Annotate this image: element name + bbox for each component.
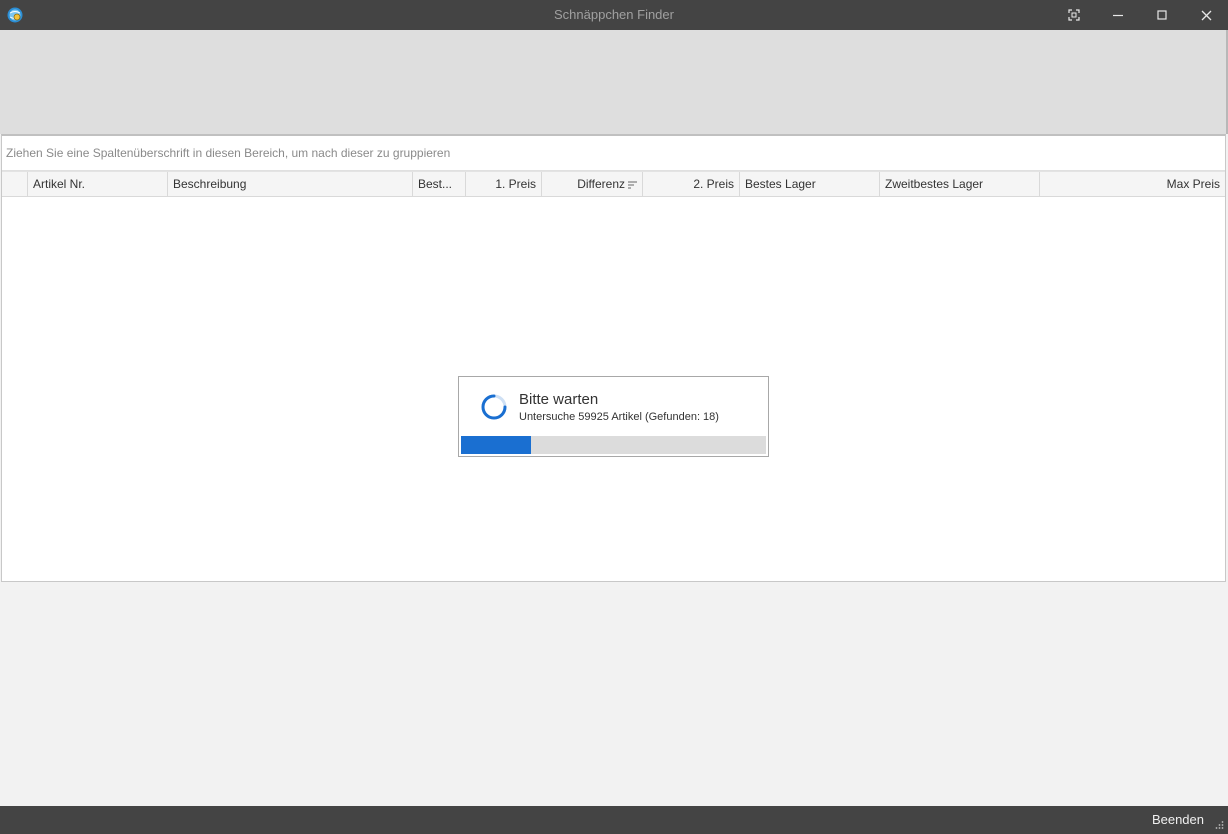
close-icon xyxy=(1201,10,1211,20)
column-header-label: Zweitbestes Lager xyxy=(885,177,984,191)
data-grid: Ziehen Sie eine Spaltenüberschrift in di… xyxy=(1,134,1226,582)
column-header-beschreibung[interactable]: Beschreibung xyxy=(168,172,413,196)
column-header-1-preis[interactable]: 1. Preis xyxy=(466,172,542,196)
column-header-bestand[interactable]: Best... xyxy=(413,172,466,196)
fullscreen-button[interactable] xyxy=(1052,0,1096,30)
loading-spinner-icon xyxy=(481,394,507,420)
fullscreen-icon xyxy=(1068,9,1080,21)
maximize-button[interactable] xyxy=(1140,0,1184,30)
column-header-label: Artikel Nr. xyxy=(33,177,86,191)
status-bar: Beenden xyxy=(0,806,1228,834)
wait-title: Bitte warten xyxy=(519,391,599,408)
column-header-2-preis[interactable]: 2. Preis xyxy=(643,172,740,196)
column-header-label: 2. Preis xyxy=(693,177,734,191)
column-header-max-preis[interactable]: Max Preis xyxy=(1040,172,1225,196)
grid-header-row: Artikel Nr. Beschreibung Best... 1. Prei… xyxy=(2,171,1225,197)
column-header-label: Bestes Lager xyxy=(745,177,816,191)
close-window-button[interactable] xyxy=(1184,0,1228,30)
column-header-label: Max Preis xyxy=(1166,177,1220,191)
wait-dialog: Bitte warten Untersuche 59925 Artikel (G… xyxy=(458,376,769,457)
toolbar-area xyxy=(0,30,1228,134)
wait-message: Untersuche 59925 Artikel (Gefunden: 18) xyxy=(519,411,719,423)
row-indicator-header xyxy=(2,172,28,196)
column-header-label: Beschreibung xyxy=(173,177,247,191)
window-title: Schnäppchen Finder xyxy=(554,7,674,22)
progress-bar xyxy=(461,436,766,454)
column-header-bestes-lager[interactable]: Bestes Lager xyxy=(740,172,880,196)
beenden-button[interactable]: Beenden xyxy=(1152,806,1204,834)
column-header-zweitbestes-lager[interactable]: Zweitbestes Lager xyxy=(880,172,1040,196)
bottom-panel xyxy=(0,582,1228,806)
title-bar: Schnäppchen Finder xyxy=(0,0,1228,30)
minimize-icon xyxy=(1112,14,1123,16)
group-panel[interactable]: Ziehen Sie eine Spaltenüberschrift in di… xyxy=(2,136,1225,171)
column-header-differenz[interactable]: Differenz xyxy=(542,172,643,196)
minimize-button[interactable] xyxy=(1096,0,1140,30)
column-header-artikel-nr[interactable]: Artikel Nr. xyxy=(28,172,168,196)
column-header-label: 1. Preis xyxy=(495,177,536,191)
column-header-label: Differenz xyxy=(577,177,625,191)
progress-fill xyxy=(461,436,532,454)
resize-grip-icon[interactable] xyxy=(1214,820,1224,830)
column-header-label: Best... xyxy=(418,177,453,191)
maximize-icon xyxy=(1156,9,1167,20)
sort-descending-icon xyxy=(628,181,637,189)
